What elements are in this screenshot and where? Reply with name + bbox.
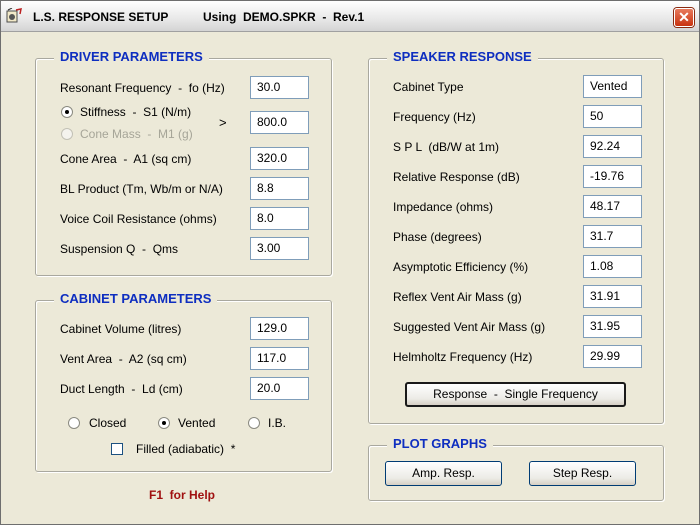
spl-field[interactable]: 92.24 <box>583 135 642 158</box>
speaker-row-label: Helmholtz Frequency (Hz) <box>393 350 533 364</box>
title-bar[interactable]: L.S. RESPONSE SETUP Using DEMO.SPKR - Re… <box>1 1 699 32</box>
cone-mass-label: Cone Mass - M1 (g) <box>80 127 193 141</box>
vented-radio[interactable] <box>158 417 170 429</box>
step-resp-button[interactable]: Step Resp. <box>529 461 636 486</box>
duct-length-label: Duct Length - Ld (cm) <box>60 382 183 396</box>
qms-label: Suspension Q - Qms <box>60 242 179 256</box>
voice-coil-field[interactable]: 8.0 <box>250 207 309 230</box>
closed-label: Closed <box>89 416 127 430</box>
vented-label: Vented <box>178 416 216 430</box>
helmholtz-frequency-field[interactable]: 29.99 <box>583 345 642 368</box>
speaker-row-label: Asymptotic Efficiency (%) <box>393 260 529 274</box>
cabinet-parameters-title: CABINET PARAMETERS <box>54 291 218 306</box>
resonant-frequency-label: Resonant Frequency - fo (Hz) <box>60 81 225 95</box>
ib-radio[interactable] <box>248 417 260 429</box>
speaker-row-label: S P L (dB/W at 1m) <box>393 140 500 154</box>
response-single-frequency-button[interactable]: Response - Single Frequency <box>405 382 626 407</box>
amp-resp-button[interactable]: Amp. Resp. <box>385 461 502 486</box>
speaker-app-icon[interactable] <box>6 7 23 24</box>
arrow-indicator: > <box>219 115 227 130</box>
speaker-row-label: Suggested Vent Air Mass (g) <box>393 320 546 334</box>
ib-label: I.B. <box>268 416 287 430</box>
closed-radio[interactable] <box>68 417 80 429</box>
efficiency-field[interactable]: 1.08 <box>583 255 642 278</box>
close-icon: ✕ <box>678 9 690 25</box>
cabinet-type-field[interactable]: Vented <box>583 75 642 98</box>
window-subtitle: Using DEMO.SPKR - Rev.1 <box>203 10 365 24</box>
speaker-row-label: Frequency (Hz) <box>393 110 476 124</box>
resonant-frequency-field[interactable]: 30.0 <box>250 76 309 99</box>
cabinet-volume-field[interactable]: 129.0 <box>250 317 309 340</box>
speaker-row-label: Cabinet Type <box>393 80 464 94</box>
suggested-vent-mass-field[interactable]: 31.95 <box>583 315 642 338</box>
help-hint: F1 for Help <box>149 488 216 502</box>
stiffness-radio[interactable] <box>61 106 73 118</box>
stiffness-label: Stiffness - S1 (N/m) <box>80 105 192 119</box>
window-title: L.S. RESPONSE SETUP <box>33 10 169 24</box>
vent-area-label: Vent Area - A2 (sq cm) <box>60 352 187 366</box>
filled-label: Filled (adiabatic) * <box>136 442 236 456</box>
relative-response-field[interactable]: -19.76 <box>583 165 642 188</box>
speaker-row-label: Relative Response (dB) <box>393 170 520 184</box>
app-window: L.S. RESPONSE SETUP Using DEMO.SPKR - Re… <box>0 0 700 525</box>
speaker-row-label: Reflex Vent Air Mass (g) <box>393 290 522 304</box>
filled-checkbox[interactable] <box>111 443 123 455</box>
duct-length-field[interactable]: 20.0 <box>250 377 309 400</box>
voice-coil-label: Voice Coil Resistance (ohms) <box>60 212 217 226</box>
cone-mass-radio[interactable] <box>61 128 73 140</box>
speaker-row-label: Impedance (ohms) <box>393 200 494 214</box>
reflex-vent-mass-field[interactable]: 31.91 <box>583 285 642 308</box>
speaker-row-label: Phase (degrees) <box>393 230 482 244</box>
bl-product-field[interactable]: 8.8 <box>250 177 309 200</box>
vent-area-field[interactable]: 117.0 <box>250 347 309 370</box>
phase-field[interactable]: 31.7 <box>583 225 642 248</box>
driver-parameters-title: DRIVER PARAMETERS <box>54 49 209 64</box>
cabinet-volume-label: Cabinet Volume (litres) <box>60 322 182 336</box>
qms-field[interactable]: 3.00 <box>250 237 309 260</box>
close-button[interactable]: ✕ <box>674 8 694 27</box>
speaker-response-title: SPEAKER RESPONSE <box>387 49 538 64</box>
stiffness-field[interactable]: 800.0 <box>250 111 309 134</box>
frequency-field[interactable]: 50 <box>583 105 642 128</box>
impedance-field[interactable]: 48.17 <box>583 195 642 218</box>
cone-area-field[interactable]: 320.0 <box>250 147 309 170</box>
cone-area-label: Cone Area - A1 (sq cm) <box>60 152 192 166</box>
plot-graphs-title: PLOT GRAPHS <box>387 436 493 451</box>
bl-product-label: BL Product (Tm, Wb/m or N/A) <box>60 182 223 196</box>
